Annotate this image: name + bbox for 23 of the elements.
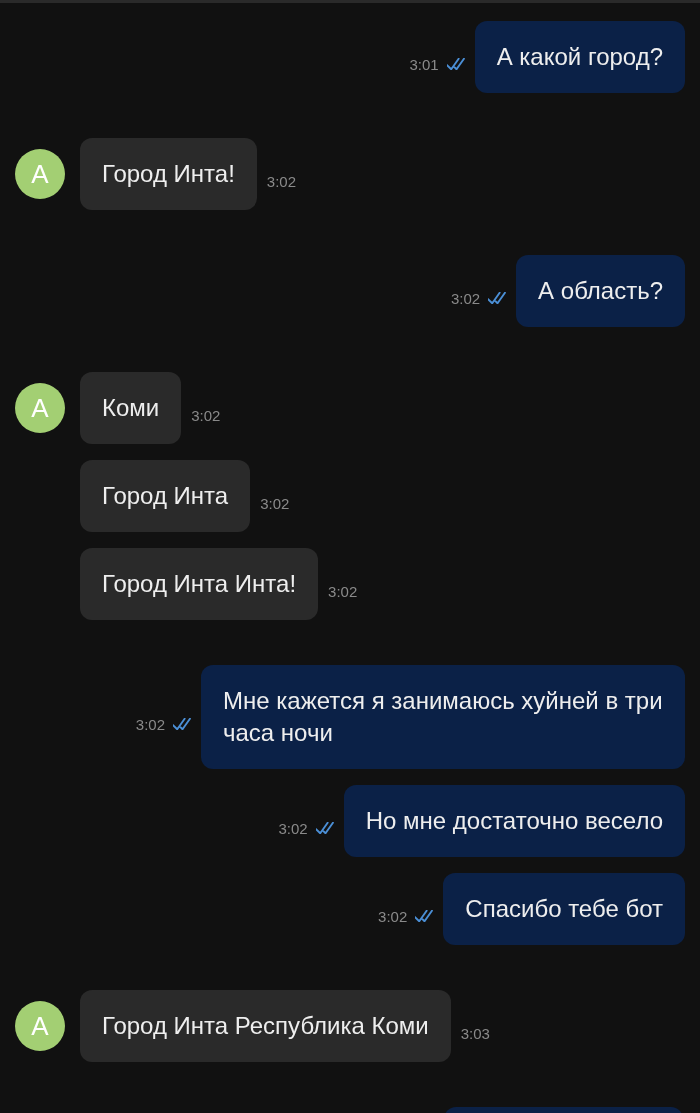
message-bubble: Город Инта Инта! bbox=[80, 548, 319, 620]
message-time: 3:01 bbox=[409, 55, 439, 73]
message-bubble: Мне кажется я занимаюсь хуйней в три часа ночи bbox=[201, 665, 685, 769]
message-time: 3:02 bbox=[260, 494, 290, 512]
avatar: А bbox=[15, 383, 65, 433]
message-time: 3:02 bbox=[135, 715, 165, 733]
message-time: 3:02 bbox=[328, 582, 358, 600]
message-bubble: Город Инта bbox=[80, 460, 251, 532]
message-time: 3:02 bbox=[278, 819, 308, 837]
message-bubble: Но мне достаточно весело bbox=[343, 785, 685, 857]
avatar: А bbox=[15, 1001, 65, 1051]
message-bubble: А область? bbox=[516, 255, 685, 327]
message-bubble: Коми bbox=[80, 372, 182, 444]
avatar: А bbox=[15, 149, 65, 199]
message-time: 3:02 bbox=[266, 172, 297, 190]
message-bubble: Город Инта Республика Коми bbox=[80, 990, 451, 1062]
message-time: 3:02 bbox=[450, 289, 481, 307]
message-time: 3:03 bbox=[460, 1024, 490, 1042]
message-bubble: Спасибо тебе бот bbox=[443, 873, 685, 945]
message-bubble: А какой город? bbox=[474, 21, 685, 93]
message-time: 3:02 bbox=[191, 406, 221, 424]
message-bubble: Город Инта! bbox=[80, 138, 257, 210]
message-time: 3:02 bbox=[378, 907, 408, 925]
